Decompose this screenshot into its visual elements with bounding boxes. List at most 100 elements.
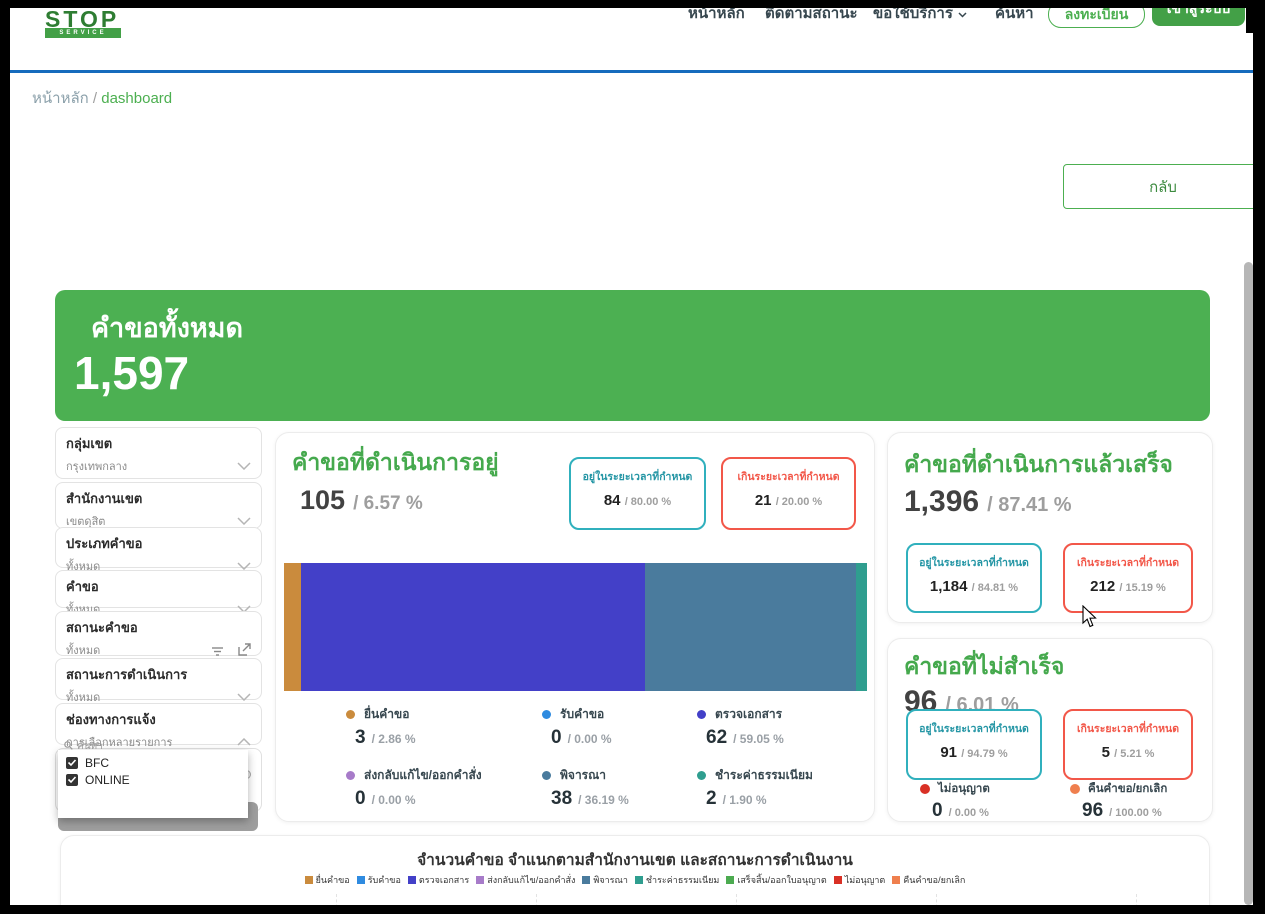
legend-label: ไม่อนุญาต <box>938 780 990 798</box>
legend-percent: / 1.90 % <box>723 793 767 807</box>
breadcrumb-home[interactable]: หน้าหลัก <box>32 90 89 107</box>
legend-percent: / 100.00 % <box>1109 807 1162 819</box>
option-label: ONLINE <box>85 773 130 787</box>
legend-percent: / 59.05 % <box>733 732 784 746</box>
legend-value: 2 <box>706 788 717 810</box>
legend-item: ชำระค่าธรรมเนียม 2/ 1.90 % <box>697 766 857 810</box>
failed-card: คำขอที่ไม่สำเร็จ 96 / 6.01 % อยู่ในระยะเ… <box>887 638 1213 822</box>
legend-dot <box>920 784 930 794</box>
legend-percent: / 0.00 % <box>372 793 416 807</box>
legend-percent: / 0.00 % <box>949 807 989 819</box>
card-title: คำขอที่ดำเนินการอยู่ <box>292 445 499 481</box>
legend-swatch <box>726 876 734 884</box>
within-time-box: อยู่ในระยะเวลาที่กำหนด 1,184 / 84.81 % <box>906 543 1042 613</box>
channel-option-online[interactable]: ONLINE <box>66 771 240 788</box>
within-time-value: 1,184 / 84.81 % <box>908 578 1040 595</box>
checkbox-checked-icon[interactable] <box>66 757 78 769</box>
legend-percent: / 0.00 % <box>568 732 612 746</box>
legend-item: ส่งกลับแก้ไข/ออกคำสั่ง 0/ 0.00 % <box>346 766 542 810</box>
within-time-label: อยู่ในระยะเวลาที่กำหนด <box>908 554 1040 571</box>
channel-search-input[interactable]: ค้นหา <box>64 739 103 754</box>
mouse-cursor <box>1082 605 1099 634</box>
legend-value: 0 <box>932 800 943 822</box>
filter-label: ช่องทางการแจ้ง <box>66 709 251 730</box>
legend-item: ตรวจเอกสาร 62/ 59.05 % <box>697 705 857 749</box>
within-time-value: 84 / 80.00 % <box>571 492 704 509</box>
legend-dot <box>697 771 706 780</box>
legend-label: พิจารณา <box>560 766 606 785</box>
logo-service-label: SERVICE <box>59 30 106 36</box>
district-group-select[interactable]: กรุงเทพกลาง <box>66 457 251 475</box>
legend-item: เสร็จสิ้น/ออกใบอนุญาต <box>726 873 826 887</box>
filter-label: ประเภทคำขอ <box>66 533 251 554</box>
window-frame-right <box>1253 0 1265 914</box>
total-requests-banner: คำขอทั้งหมด 1,597 <box>55 290 1210 421</box>
legend-value: 38 <box>551 788 572 810</box>
legend-item: พิจารณา <box>582 873 628 887</box>
over-time-box: เกินระยะเวลาที่กำหนด 21 / 20.00 % <box>721 457 856 530</box>
card-value: 1,396 / 87.41 % <box>904 485 1072 519</box>
legend-item: รับคำขอ <box>357 873 401 887</box>
legend-dot <box>542 771 551 780</box>
card-value: 105 / 6.57 % <box>300 485 423 516</box>
over-time-box: เกินระยะเวลาที่กำหนด 212 / 15.19 % <box>1063 543 1193 613</box>
within-time-value: 91 / 94.79 % <box>908 744 1040 761</box>
option-label: BFC <box>85 756 109 770</box>
scrollbar-thumb[interactable] <box>1244 262 1253 905</box>
back-button[interactable]: กลับ <box>1063 164 1263 209</box>
filter-card-request-status: สถานะคำขอ ทั้งหมด <box>55 611 262 656</box>
filter-card-request-type: ประเภทคำขอ ทั้งหมด <box>55 527 262 568</box>
filter-card-operation-status: สถานะการดำเนินการ ทั้งหมด <box>55 658 262 700</box>
channel-option-bfc[interactable]: BFC <box>66 754 240 771</box>
legend-item: ยื่นคำขอ 3/ 2.86 % <box>346 705 542 749</box>
select-value: กรุงเทพกลาง <box>66 457 127 475</box>
legend-label: ส่งกลับแก้ไข/ออกคำสั่ง <box>364 766 482 785</box>
window-frame-top <box>0 0 1265 8</box>
channel-dropdown-panel: BFC ONLINE <box>58 750 248 818</box>
legend-swatch <box>357 876 365 884</box>
filter-label: กลุ่มเขต <box>66 433 251 454</box>
legend-item: พิจารณา 38/ 36.19 % <box>542 766 697 810</box>
legend-item: ชำระค่าธรรมเนียม <box>635 873 719 887</box>
legend-label: ตรวจเอกสาร <box>715 705 782 724</box>
filter-card-district-group: กลุ่มเขต กรุงเทพกลาง <box>55 427 262 479</box>
filter-card-district-office: สำนักงานเขต เขตดุสิต <box>55 482 262 529</box>
legend-label: รับคำขอ <box>560 705 604 724</box>
legend-item: ตรวจเอกสาร <box>408 873 469 887</box>
bar-segment-consider[interactable] <box>645 563 856 691</box>
legend-swatch <box>635 876 643 884</box>
within-time-box: อยู่ในระยะเวลาที่กำหนด 84 / 80.00 % <box>569 457 706 530</box>
legend-value: 0 <box>551 727 562 749</box>
legend-dot <box>346 710 355 719</box>
district-chart-card: จำนวนคำขอ จำแนกตามสำนักงานเขต และสถานะกา… <box>60 835 1210 914</box>
legend-dot <box>1070 784 1080 794</box>
legend-dot <box>542 710 551 719</box>
completed-card: คำขอที่ดำเนินการแล้วเสร็จ 1,396 / 87.41 … <box>887 432 1213 623</box>
dashboard-page: STOP SERVICE หน้าหลัก ติดตามสถานะ ขอใช้บ… <box>0 0 1265 914</box>
district-chart-legend: ยื่นคำขอ รับคำขอ ตรวจเอกสาร ส่งกลับแก้ไข… <box>61 873 1209 887</box>
legend-dot <box>346 771 355 780</box>
bar-segment-pay-fee[interactable] <box>856 563 867 691</box>
legend-value: 96 <box>1082 800 1103 822</box>
legend-swatch <box>834 876 842 884</box>
over-time-label: เกินระยะเวลาที่กำหนด <box>723 468 854 485</box>
bar-segment-submit[interactable] <box>284 563 301 691</box>
value-percent: / 87.41 % <box>987 494 1072 517</box>
checkbox-checked-icon[interactable] <box>66 774 78 786</box>
value-number: 1,396 <box>904 485 979 519</box>
card-title: คำขอที่ดำเนินการแล้วเสร็จ <box>904 447 1173 483</box>
legend-dot <box>697 710 706 719</box>
over-time-label: เกินระยะเวลาที่กำหนด <box>1065 554 1191 571</box>
over-time-box: เกินระยะเวลาที่กำหนด 5 / 5.21 % <box>1063 709 1193 780</box>
breadcrumb-current[interactable]: dashboard <box>101 90 172 107</box>
bar-segment-check-docs[interactable] <box>301 563 645 691</box>
legend-swatch <box>582 876 590 884</box>
over-time-label: เกินระยะเวลาที่กำหนด <box>1065 720 1191 737</box>
legend-value: 3 <box>355 727 366 749</box>
total-requests-value: 1,597 <box>74 346 189 400</box>
filter-label: สถานะการดำเนินการ <box>66 664 251 685</box>
over-time-value: 212 / 15.19 % <box>1065 578 1191 595</box>
returned-cancelled-legend: คืนคำขอ/ยกเลิก 96/ 100.00 % <box>1070 780 1167 822</box>
legend-item: ยื่นคำขอ <box>305 873 350 887</box>
window-frame-bottom <box>0 905 1265 914</box>
